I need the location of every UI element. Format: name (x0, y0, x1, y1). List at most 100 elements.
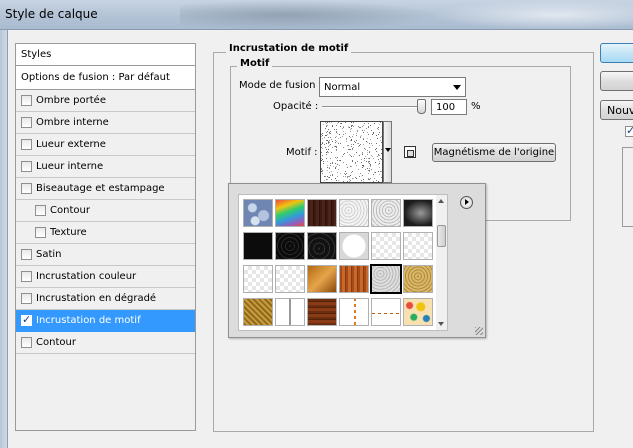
style-item-bevel-emboss[interactable]: Biseautage et estampage (16, 178, 195, 200)
color-overlay-checkbox[interactable] (21, 271, 32, 282)
pattern-tile[interactable] (403, 265, 433, 293)
blend-options-item[interactable]: Options de fusion : Par défaut (16, 66, 195, 90)
style-item-label: Incrustation en dégradé (36, 293, 157, 304)
style-preview-box (622, 147, 633, 227)
pattern-tile[interactable] (275, 232, 305, 260)
pattern-tile[interactable] (307, 298, 337, 326)
inner-shadow-checkbox[interactable] (21, 117, 32, 128)
pattern-tile[interactable] (243, 232, 273, 260)
pattern-preview-noise (321, 122, 382, 182)
style-item-color-overlay[interactable]: Incrustation couleur (16, 266, 195, 288)
style-item-inner-glow[interactable]: Lueur interne (16, 156, 195, 178)
texture-checkbox[interactable] (35, 227, 46, 238)
pattern-tile[interactable] (243, 199, 273, 227)
blend-mode-label: Mode de fusion : (239, 80, 322, 91)
opacity-input[interactable]: 100 (431, 99, 467, 115)
style-item-label: Ombre interne (36, 117, 109, 128)
chevron-down-icon (453, 85, 461, 90)
motif-subgroup-title: Motif (237, 58, 273, 69)
blend-mode-select[interactable]: Normal (319, 77, 466, 97)
cancel-button[interactable] (600, 71, 633, 91)
opacity-unit: % (471, 101, 481, 112)
pattern-tile[interactable] (339, 199, 369, 227)
pattern-preview[interactable] (320, 121, 383, 183)
blend-options-label: Options de fusion : Par défaut (21, 72, 170, 83)
style-item-label: Texture (50, 227, 87, 238)
pattern-tile[interactable] (371, 199, 401, 227)
style-item-texture[interactable]: Texture (16, 222, 195, 244)
window-frame-left (0, 30, 8, 448)
scroll-down-icon[interactable] (436, 319, 447, 330)
scroll-up-icon[interactable] (436, 195, 447, 206)
new-preset-icon[interactable] (404, 146, 416, 158)
new-style-button[interactable]: Nouv (600, 100, 633, 120)
pattern-tile[interactable] (275, 265, 305, 293)
style-item-label: Incrustation couleur (36, 271, 137, 282)
styles-header-label: Styles (21, 49, 52, 60)
pattern-tile[interactable] (307, 265, 337, 293)
pattern-picker-toggle[interactable] (383, 121, 392, 183)
style-item-pattern-overlay[interactable]: Incrustation de motif (16, 310, 195, 332)
scroll-thumb[interactable] (437, 225, 446, 247)
pattern-tile[interactable] (243, 265, 273, 293)
titlebar-background-blur (180, 0, 440, 29)
style-item-gradient-overlay[interactable]: Incrustation en dégradé (16, 288, 195, 310)
pattern-tile[interactable] (243, 298, 273, 326)
opacity-label: Opacité : (273, 101, 319, 112)
resize-grip-icon[interactable] (475, 327, 483, 335)
pattern-tile[interactable] (339, 265, 369, 293)
pattern-tile[interactable] (339, 298, 369, 326)
window-title: Style de calque (5, 7, 98, 21)
ok-button[interactable] (600, 43, 633, 63)
pattern-overlay-group-title: Incrustation de motif (226, 43, 352, 54)
bevel-emboss-checkbox[interactable] (21, 183, 32, 194)
pattern-overlay-checkbox[interactable] (21, 313, 32, 326)
pattern-picker-panel (228, 183, 486, 338)
style-item-label: Lueur interne (36, 161, 104, 172)
style-item-label: Contour (50, 205, 90, 216)
style-item-label: Lueur externe (36, 139, 106, 150)
pattern-tile[interactable] (339, 232, 369, 260)
style-item-inner-shadow[interactable]: Ombre interne (16, 112, 195, 134)
pattern-grid (238, 194, 437, 331)
pattern-tile[interactable] (403, 298, 433, 326)
pattern-label: Motif : (286, 147, 318, 158)
drop-shadow-checkbox[interactable] (21, 95, 32, 106)
style-item-label: Biseautage et estampage (36, 183, 165, 194)
pattern-tile[interactable] (370, 264, 402, 294)
pattern-tile[interactable] (275, 199, 305, 227)
style-item-stroke[interactable]: Contour (16, 332, 195, 354)
pattern-tile[interactable] (371, 232, 401, 260)
inner-glow-checkbox[interactable] (21, 161, 32, 172)
blend-mode-value: Normal (324, 82, 361, 93)
titlebar-background-highlight (430, 0, 633, 29)
title-bar[interactable]: Style de calque (0, 0, 633, 30)
satin-checkbox[interactable] (21, 249, 32, 260)
bevel-contour-checkbox[interactable] (35, 205, 46, 216)
pattern-tile[interactable] (403, 199, 433, 227)
pattern-picker-scrollbar[interactable] (436, 194, 448, 331)
picker-menu-icon[interactable] (460, 196, 473, 209)
style-item-label: Satin (36, 249, 62, 260)
opacity-slider-thumb[interactable] (417, 99, 426, 114)
style-item-outer-glow[interactable]: Lueur externe (16, 134, 195, 156)
opacity-slider-track[interactable] (322, 106, 425, 108)
outer-glow-checkbox[interactable] (21, 139, 32, 150)
pattern-tile[interactable] (371, 298, 401, 326)
pattern-tile[interactable] (307, 199, 337, 227)
style-item-bevel-contour[interactable]: Contour (16, 200, 195, 222)
pattern-tile[interactable] (275, 298, 305, 326)
style-item-label: Ombre portée (36, 95, 106, 106)
preview-checkbox[interactable] (625, 124, 633, 137)
pattern-tile[interactable] (403, 232, 433, 260)
styles-list: Styles Options de fusion : Par défaut Om… (15, 43, 196, 431)
styles-header[interactable]: Styles (16, 44, 195, 66)
style-item-drop-shadow[interactable]: Ombre portée (16, 90, 195, 112)
snap-to-origin-button[interactable]: Magnétisme de l'origine (432, 143, 556, 162)
opacity-value: 100 (436, 102, 456, 113)
stroke-checkbox[interactable] (21, 337, 32, 348)
gradient-overlay-checkbox[interactable] (21, 293, 32, 304)
pattern-tile[interactable] (307, 232, 337, 260)
new-style-label: Nouv (607, 104, 633, 117)
style-item-satin[interactable]: Satin (16, 244, 195, 266)
